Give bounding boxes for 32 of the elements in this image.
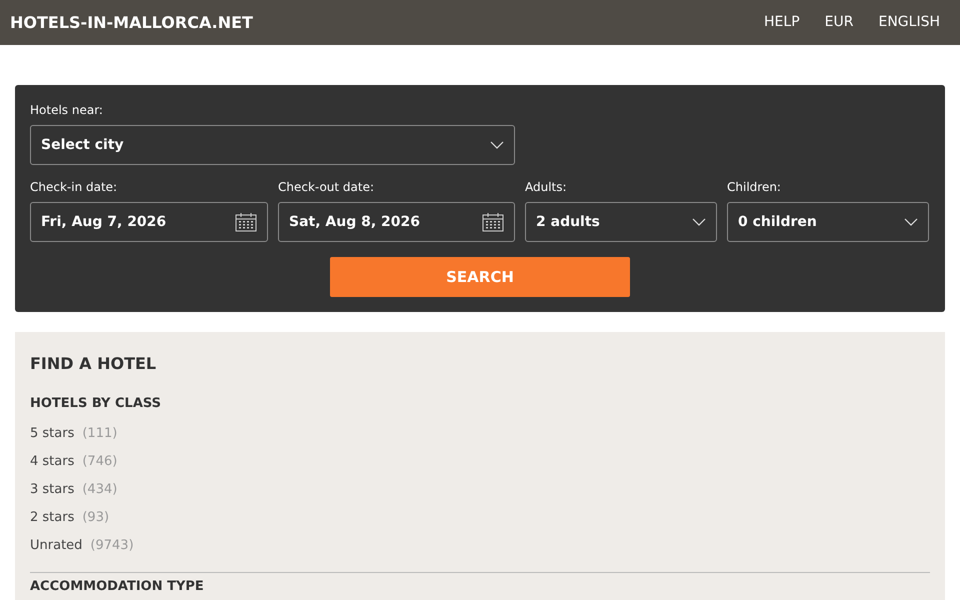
header-link[interactable]: HELP [764, 12, 800, 33]
chevron-down-icon [904, 218, 918, 226]
select-field[interactable]: 0 children [727, 202, 929, 242]
header-link[interactable]: ENGLISH [878, 12, 940, 33]
panel-title: FIND A HOTEL [30, 353, 158, 375]
hotel-class-link[interactable]: 4 stars [30, 452, 74, 470]
hotel-class-link[interactable]: 3 stars [30, 480, 74, 498]
section-heading: HOTELS BY CLASS [30, 395, 162, 413]
header-link[interactable]: EUR [824, 12, 854, 33]
field-label: Children: [727, 179, 782, 196]
section-heading: ACCOMMODATION TYPE [30, 578, 205, 594]
hotel-count: (93) [82, 508, 110, 526]
field-label: Hotels near: [30, 102, 104, 119]
field-label: Adults: [525, 179, 568, 196]
hotel-count: (434) [82, 480, 118, 498]
calendar-icon [235, 212, 257, 232]
field-label: Check-in date: [30, 179, 118, 196]
site-logo[interactable]: HOTELS-IN-MALLORCA.NET [10, 10, 253, 34]
field-label: Check-out date: [278, 179, 376, 196]
date-field[interactable]: Fri, Aug 7, 2026 [30, 202, 268, 242]
hotel-class-link[interactable]: 2 stars [30, 508, 74, 526]
hotel-class-link[interactable]: Unrated [30, 536, 82, 554]
hotel-count: (111) [82, 424, 118, 442]
hotel-count: (746) [82, 452, 118, 470]
hotel-class-link[interactable]: 5 stars [30, 424, 74, 442]
calendar-icon [482, 212, 504, 232]
hotel-count: (9743) [90, 536, 134, 554]
date-field[interactable]: Sat, Aug 8, 2026 [278, 202, 515, 242]
chevron-down-icon [490, 141, 504, 149]
select-field[interactable]: 2 adults [525, 202, 717, 242]
chevron-down-icon [692, 218, 706, 226]
city-select[interactable]: Select city [30, 125, 515, 165]
